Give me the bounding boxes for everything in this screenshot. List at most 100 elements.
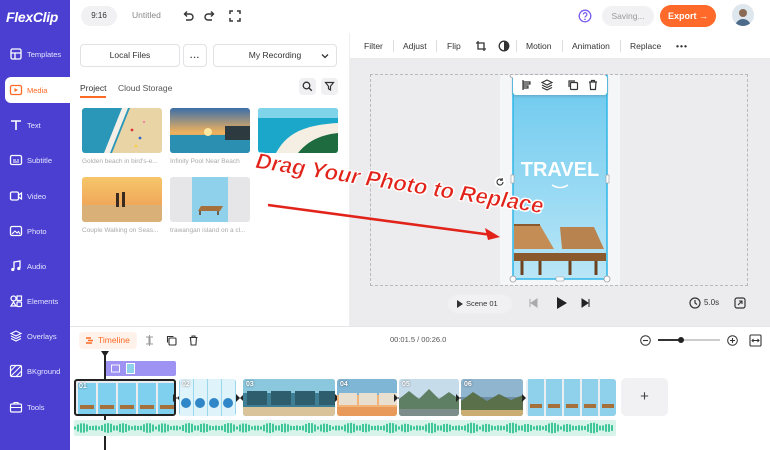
scene-selector[interactable]: Scene 01 xyxy=(448,295,512,313)
thumbnail-caption: Couple Walking on Seas... xyxy=(82,227,159,234)
divider xyxy=(620,40,621,52)
overlays-icon xyxy=(9,330,23,342)
photo-icon xyxy=(9,225,23,237)
thumbnail-caption: Infinity Pool Near Beach xyxy=(170,158,240,165)
sidebar-item-overlays[interactable]: Overlays xyxy=(0,323,70,349)
trash-icon[interactable] xyxy=(587,79,599,91)
previous-scene-icon[interactable] xyxy=(528,298,538,308)
help-icon[interactable] xyxy=(578,9,592,23)
more-options-button[interactable]: ... xyxy=(183,44,207,67)
zoom-slider[interactable] xyxy=(658,337,720,343)
media-thumbnail[interactable] xyxy=(258,108,338,153)
my-recording-label: My Recording xyxy=(248,50,302,60)
search-icon xyxy=(302,81,313,92)
audio-track[interactable] xyxy=(74,420,616,436)
play-icon[interactable] xyxy=(555,296,568,310)
add-clip-button[interactable]: + xyxy=(621,378,668,416)
align-icon[interactable] xyxy=(521,79,533,91)
sidebar-item-label: Templates xyxy=(27,50,62,59)
timeline-clip[interactable]: 01 xyxy=(74,379,176,416)
clip-number: 06 xyxy=(464,381,472,388)
local-files-button[interactable]: Local Files xyxy=(80,44,180,67)
flip-tool[interactable]: Flip xyxy=(447,41,461,51)
top-bar: 9:16 Untitled Saving... Export → xyxy=(70,0,770,33)
sidebar-item-background[interactable]: BKground xyxy=(0,358,70,384)
replace-tool[interactable]: Replace xyxy=(630,41,661,51)
adjust-tool[interactable]: Adjust xyxy=(403,41,427,51)
timeline-icon xyxy=(86,337,93,344)
divider xyxy=(393,40,394,52)
fit-timeline-icon[interactable] xyxy=(749,334,762,347)
timeline-clip[interactable]: 03 xyxy=(243,379,335,416)
animation-tool[interactable]: Animation xyxy=(572,41,610,51)
motion-tool[interactable]: Motion xyxy=(526,41,552,51)
filter-button[interactable] xyxy=(321,78,338,95)
search-button[interactable] xyxy=(299,78,316,95)
aspect-ratio-button[interactable]: 9:16 xyxy=(81,6,117,26)
sidebar-item-elements[interactable]: Elements xyxy=(0,288,70,314)
scene-duration[interactable]: 5.0s xyxy=(704,298,719,307)
timecode: 00:01.5 / 00:26.0 xyxy=(390,335,447,344)
sidebar-item-label: Photo xyxy=(27,227,47,236)
sidebar-item-audio[interactable]: Audio xyxy=(0,253,70,279)
clip-number: 02 xyxy=(182,381,190,388)
timeline-clip[interactable]: 05 xyxy=(399,379,459,416)
split-icon[interactable] xyxy=(144,335,155,346)
more-tools-button[interactable]: ••• xyxy=(676,41,688,51)
sidebar-item-tools[interactable]: Tools xyxy=(0,394,70,420)
sidebar-item-label: Media xyxy=(27,86,48,95)
selected-photo[interactable]: TRAVEL xyxy=(500,71,620,285)
audio-waveform xyxy=(74,422,613,434)
tab-cloud-storage[interactable]: Cloud Storage xyxy=(118,83,172,93)
timeline-clip[interactable]: 04 xyxy=(337,379,397,416)
timeline-label: Timeline xyxy=(98,335,130,345)
subtitle-icon xyxy=(9,154,23,166)
export-button[interactable]: Export → xyxy=(660,5,716,27)
next-scene-icon[interactable] xyxy=(581,298,591,308)
media-thumbnail[interactable] xyxy=(170,177,250,222)
zoom-in-icon[interactable] xyxy=(727,335,738,346)
filter-tool[interactable]: Filter xyxy=(364,41,383,51)
sidebar-item-video[interactable]: Video xyxy=(0,183,70,209)
zoom-out-icon[interactable] xyxy=(640,335,651,346)
sidebar-item-media[interactable]: Media xyxy=(5,77,70,103)
sidebar-item-photo[interactable]: Photo xyxy=(0,218,70,244)
clip-number: 01 xyxy=(79,383,87,390)
edit-toolbar: Filter Adjust Flip Motion Animation Repl… xyxy=(350,33,770,59)
duplicate-clip-icon[interactable] xyxy=(166,335,177,346)
overlay-thumbnail xyxy=(126,363,135,374)
timeline-clip[interactable]: 02 xyxy=(179,379,236,416)
fullscreen-icon[interactable] xyxy=(228,9,242,23)
fullscreen-preview-icon[interactable] xyxy=(734,297,746,309)
templates-icon xyxy=(10,48,22,60)
layers-icon[interactable] xyxy=(541,79,553,91)
timeline-clip[interactable] xyxy=(526,379,616,416)
delete-clip-icon[interactable] xyxy=(188,335,199,346)
media-thumbnail[interactable] xyxy=(82,177,162,222)
sidebar-item-subtitle[interactable]: Subtitle xyxy=(0,147,70,173)
sidebar-item-label: Subtitle xyxy=(27,156,53,165)
crop-icon[interactable] xyxy=(475,40,487,52)
clip-number: 05 xyxy=(402,381,410,388)
tab-project[interactable]: Project xyxy=(80,83,107,98)
scene-preview[interactable]: TRAVEL xyxy=(494,71,620,285)
app-logo: FlexClip xyxy=(6,9,59,25)
my-recording-dropdown[interactable]: My Recording xyxy=(213,44,337,67)
sidebar-item-templates[interactable]: Templates xyxy=(0,41,70,67)
timeline-clip[interactable]: 06 xyxy=(461,379,523,416)
sidebar-item-text[interactable]: Text xyxy=(0,112,70,138)
zoom-fill xyxy=(658,339,680,341)
sidebar: FlexClip Templates Media Text Subtitle V… xyxy=(0,0,70,450)
media-thumbnail[interactable] xyxy=(82,108,162,153)
thumbnail-caption: trawangan island on a cl... xyxy=(170,227,246,234)
opacity-icon[interactable] xyxy=(498,40,510,52)
timeline-toggle-button[interactable]: Timeline xyxy=(79,332,137,349)
redo-icon[interactable] xyxy=(203,9,217,23)
avatar[interactable] xyxy=(732,4,754,26)
overlay-track-clip[interactable] xyxy=(104,361,176,376)
project-title[interactable]: Untitled xyxy=(132,10,161,20)
media-thumbnail[interactable] xyxy=(170,108,250,153)
duplicate-icon[interactable] xyxy=(567,79,579,91)
undo-icon[interactable] xyxy=(181,9,195,23)
zoom-slider-thumb[interactable] xyxy=(678,337,684,343)
